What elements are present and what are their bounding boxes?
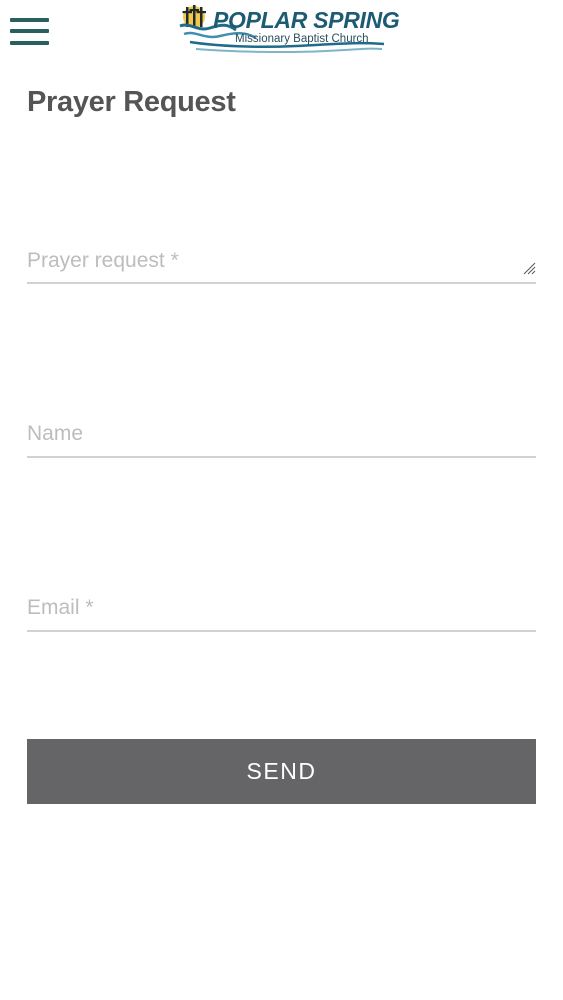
menu-bar-icon: [10, 29, 49, 33]
field-underline: [27, 456, 536, 458]
prayer-request-field: [27, 244, 536, 284]
field-underline: [27, 282, 536, 284]
menu-bar-icon: [10, 18, 49, 22]
logo-subtitle: Missionary Baptist Church: [235, 33, 369, 45]
menu-bar-icon: [10, 41, 49, 45]
hamburger-menu-button[interactable]: [10, 15, 50, 45]
logo-title: POPLAR SPRING: [213, 7, 400, 33]
name-field: [27, 416, 536, 458]
page-title: Prayer Request: [27, 86, 236, 118]
resize-handle-icon[interactable]: [523, 262, 536, 275]
prayer-request-textarea[interactable]: [27, 244, 517, 280]
email-field: [27, 590, 536, 632]
name-input[interactable]: [27, 416, 517, 452]
church-logo[interactable]: POPLAR SPRING Missionary Baptist Church: [176, 2, 400, 58]
page: POPLAR SPRING Missionary Baptist Church …: [0, 0, 563, 1000]
header: POPLAR SPRING Missionary Baptist Church: [0, 0, 563, 62]
email-input[interactable]: [27, 590, 517, 626]
send-button[interactable]: SEND: [27, 739, 536, 804]
field-underline: [27, 630, 536, 632]
